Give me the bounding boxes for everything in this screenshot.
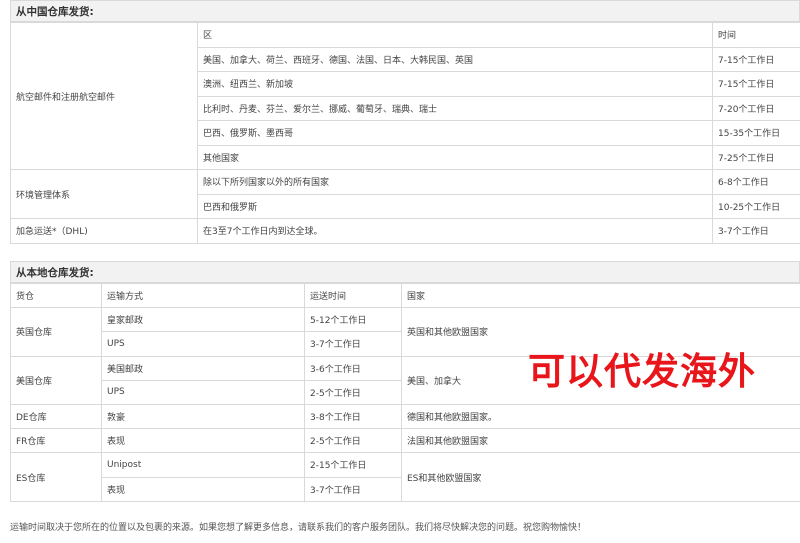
- warehouse-cell: 英国仓库: [10, 307, 102, 357]
- table-row: 货仓 运输方式 运送时间 国家: [10, 282, 800, 309]
- promo-text: 可以代发海外: [528, 350, 756, 393]
- table-row: DE仓库 敦豪 3-8个工作日 德国和其他欧盟国家。: [10, 403, 800, 430]
- time-cell: 6-8个工作日: [712, 169, 800, 195]
- warehouse-cell: 美国仓库: [10, 355, 102, 405]
- time-header: 时间: [712, 22, 800, 48]
- time-cell: 10-25个工作日: [712, 193, 800, 219]
- footer-note: 运输时间取决于您所在的位置以及包裹的来源。如果您想了解更多信息，请联系我们的客户…: [10, 523, 587, 533]
- warehouse-cell: DE仓库: [10, 403, 102, 430]
- region-cell: 澳洲、纽西兰、新加坡: [197, 71, 713, 97]
- country-cell: 德国和其他欧盟国家。: [401, 403, 800, 430]
- region-cell: 比利时、丹麦、芬兰、爱尔兰、挪威、葡萄牙、瑞典、瑞士: [197, 95, 713, 121]
- region-header: 区: [197, 22, 713, 48]
- time-cell: 7-15个工作日: [712, 46, 800, 72]
- method-header: 运输方式: [101, 282, 305, 309]
- dhl-label: 加急运送*（DHL): [10, 218, 198, 244]
- time-cell: 2-5个工作日: [304, 428, 402, 454]
- china-shipping-table: 航空邮件和注册航空邮件 区 时间 美国、加拿大、荷兰、西班牙、德国、法国、日本、…: [10, 22, 800, 244]
- time-cell: 7-20个工作日: [712, 95, 800, 121]
- region-cell: 巴西、俄罗斯、墨西哥: [197, 120, 713, 146]
- country-header: 国家: [401, 282, 800, 309]
- time-cell: 3-7个工作日: [304, 331, 402, 357]
- warehouse-cell: ES仓库: [10, 452, 102, 502]
- method-cell: UPS: [101, 379, 305, 405]
- method-cell: Unipost: [101, 452, 305, 478]
- time-cell: 7-25个工作日: [712, 144, 800, 170]
- time-cell: 3-6个工作日: [304, 355, 402, 381]
- warehouse-cell: FR仓库: [10, 428, 102, 454]
- table-row: 环境管理体系 除以下所列国家以外的所有国家 6-8个工作日: [10, 169, 800, 219]
- ems-label: 环境管理体系: [10, 169, 198, 219]
- method-cell: 敦豪: [101, 403, 305, 430]
- time-cell: 3-7个工作日: [304, 476, 402, 502]
- table-row: 加急运送*（DHL) 在3至7个工作日内到达全球。 3-7个工作日: [10, 218, 800, 244]
- china-warehouse-title: 从中国仓库发货:: [10, 0, 800, 22]
- warehouse-header: 货仓: [10, 282, 102, 309]
- country-cell: 法国和其他欧盟国家: [401, 428, 800, 454]
- time-cell: 7-15个工作日: [712, 71, 800, 97]
- method-cell: UPS: [101, 331, 305, 357]
- table-row: FR仓库 表现 2-5个工作日 法国和其他欧盟国家: [10, 428, 800, 454]
- local-warehouse-title: 从本地仓库发货:: [10, 261, 800, 283]
- country-cell: ES和其他欧盟国家: [401, 452, 800, 502]
- region-cell: 巴西和俄罗斯: [197, 193, 713, 219]
- table-row: 航空邮件和注册航空邮件 区 时间: [10, 22, 800, 170]
- method-cell: 皇家邮政: [101, 307, 305, 333]
- region-cell: 美国、加拿大、荷兰、西班牙、德国、法国、日本、大韩民国、英国: [197, 46, 713, 72]
- time-cell: 15-35个工作日: [712, 120, 800, 146]
- region-cell: 在3至7个工作日内到达全球。: [197, 218, 713, 244]
- method-cell: 美国邮政: [101, 355, 305, 381]
- time-cell: 3-8个工作日: [304, 403, 402, 430]
- table-row: 英国仓库 皇家邮政 5-12个工作日 英国和其他欧盟国家: [10, 307, 800, 357]
- region-cell: 除以下所列国家以外的所有国家: [197, 169, 713, 195]
- air-mail-label: 航空邮件和注册航空邮件: [10, 22, 198, 170]
- method-cell: 表现: [101, 476, 305, 502]
- region-cell: 其他国家: [197, 144, 713, 170]
- time-cell: 5-12个工作日: [304, 307, 402, 333]
- time-header: 运送时间: [304, 282, 402, 309]
- time-cell: 3-7个工作日: [712, 218, 800, 244]
- time-cell: 2-15个工作日: [304, 452, 402, 478]
- method-cell: 表现: [101, 428, 305, 454]
- time-cell: 2-5个工作日: [304, 379, 402, 405]
- table-row: ES仓库 Unipost 2-15个工作日 ES和其他欧盟国家: [10, 452, 800, 502]
